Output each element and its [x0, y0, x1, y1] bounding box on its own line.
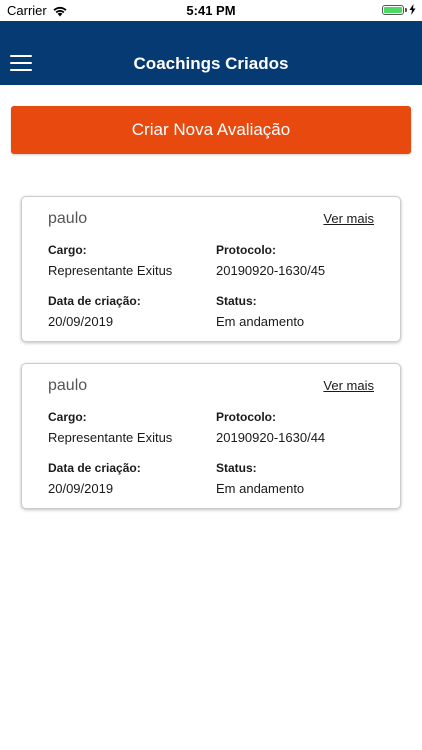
- status-value: Em andamento: [216, 314, 305, 329]
- card-name: paulo: [48, 377, 88, 394]
- cargo-value: Representante Exitus: [48, 263, 173, 278]
- protocolo-value: 20190920-1630/44: [216, 430, 326, 445]
- create-evaluation-button[interactable]: Criar Nova Avaliação: [11, 106, 411, 154]
- status-right: [382, 4, 416, 15]
- battery-cap: [405, 7, 407, 12]
- cargo-label: Cargo:: [48, 243, 87, 257]
- data-label: Data de criação:: [48, 294, 141, 308]
- page-title: Coachings Criados: [133, 54, 289, 73]
- protocolo-label: Protocolo:: [216, 410, 276, 424]
- status-time: 5:41 PM: [186, 3, 236, 18]
- battery-fill: [384, 6, 402, 13]
- status-value: Em andamento: [216, 481, 305, 496]
- status-label: Status:: [216, 461, 257, 475]
- cargo-value: Representante Exitus: [48, 430, 173, 445]
- status-bar: Carrier 5:41 PM: [0, 0, 422, 21]
- coaching-card: paulo Ver mais Cargo: Representante Exit…: [21, 196, 401, 342]
- battery-icon: [382, 4, 404, 15]
- lightning-bolt-icon: [409, 4, 416, 15]
- app-header: Coachings Criados: [0, 21, 422, 85]
- status-label: Status:: [216, 294, 257, 308]
- card-name: paulo: [48, 210, 88, 227]
- data-label: Data de criação:: [48, 461, 141, 475]
- data-value: 20/09/2019: [48, 481, 114, 496]
- protocolo-label: Protocolo:: [216, 243, 276, 257]
- cargo-label: Cargo:: [48, 410, 87, 424]
- coaching-card: paulo Ver mais Cargo: Representante Exit…: [21, 363, 401, 509]
- protocolo-value: 20190920-1630/45: [216, 263, 326, 278]
- see-more-link[interactable]: Ver mais: [323, 211, 374, 226]
- see-more-link[interactable]: Ver mais: [323, 378, 374, 393]
- data-value: 20/09/2019: [48, 314, 114, 329]
